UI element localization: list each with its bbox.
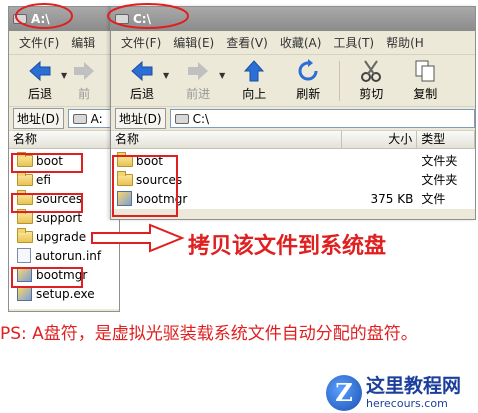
site-watermark: Z 这里教程网 herecours.com [326,372,478,413]
ps-note: PS: A盘符，是虚拟光驱装载系统文件自动分配的盘符。 [0,324,418,344]
site-logo-icon: Z [326,374,362,411]
callout-arrow [90,222,186,257]
highlight-bootmgr [11,267,83,288]
copy-instruction-callout: 拷贝该文件到系统盘 [188,234,387,259]
highlight-boot [11,153,83,173]
highlight-sources [11,193,83,213]
site-name-cn: 这里教程网 [366,375,462,397]
highlight-right-files [112,155,178,217]
site-name-en: herecours.com [366,397,448,410]
